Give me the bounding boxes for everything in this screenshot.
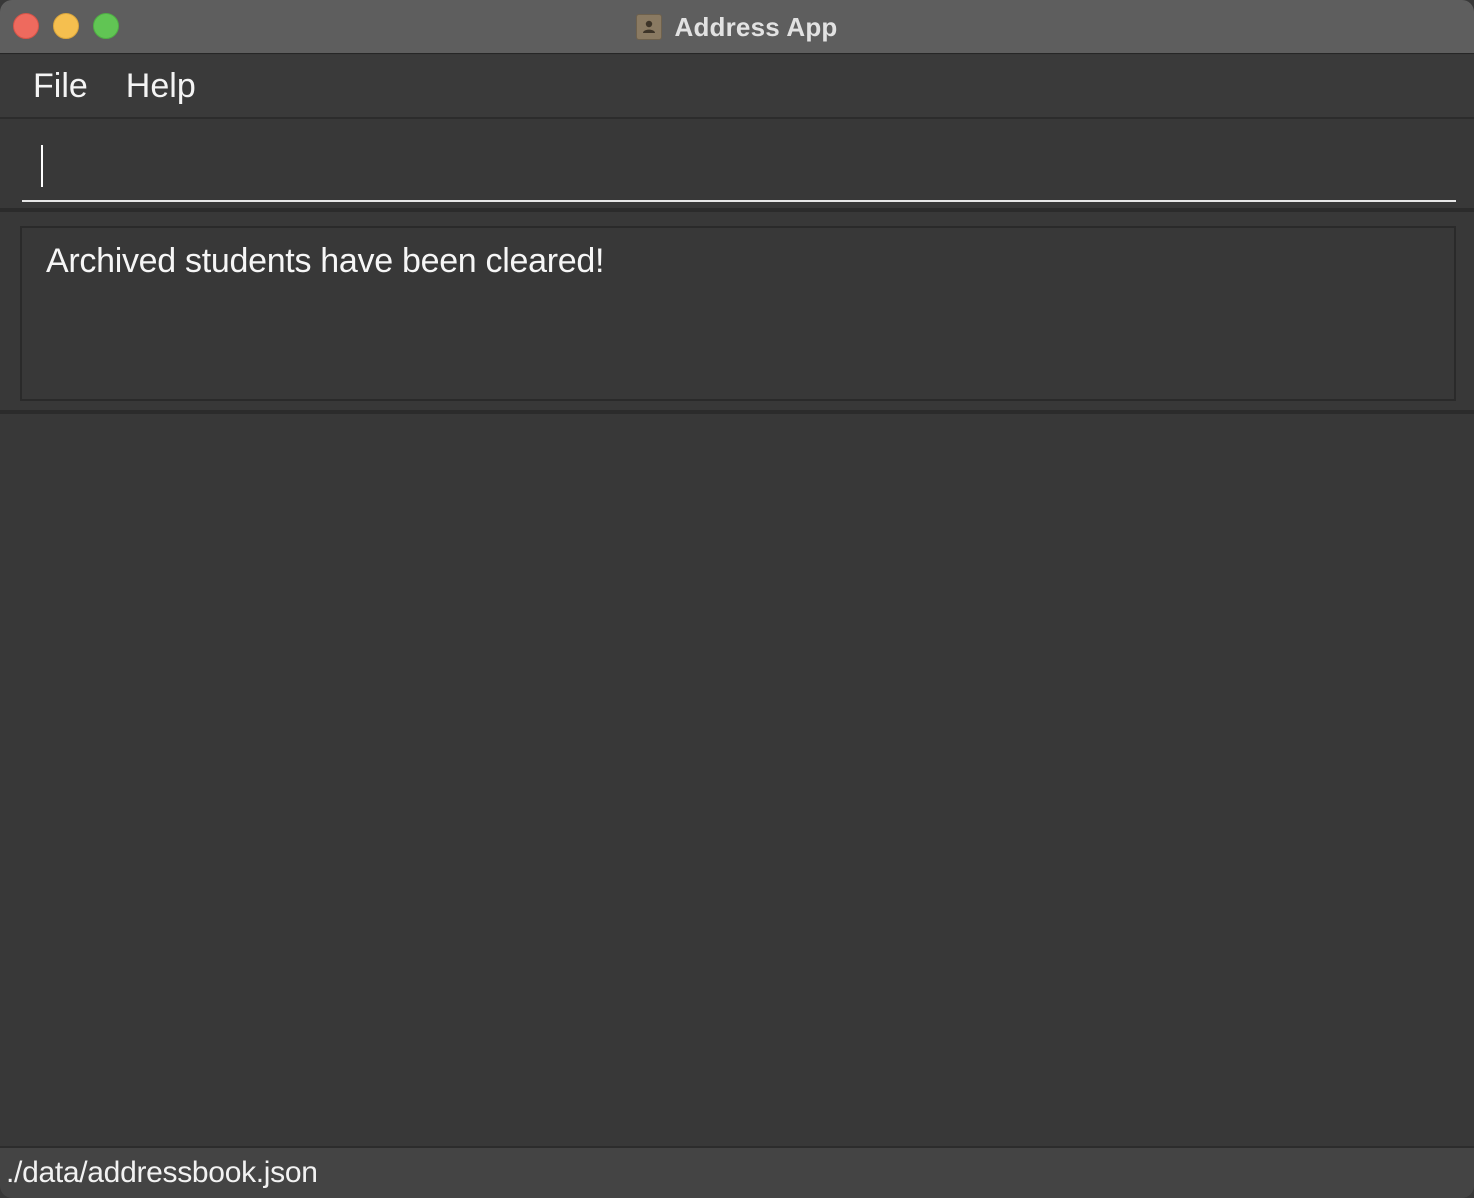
student-list-panel[interactable] <box>0 418 1474 1146</box>
command-input[interactable] <box>22 131 1456 202</box>
result-display-panel: Archived students have been cleared! <box>0 216 1474 414</box>
window-title-group: Address App <box>0 0 1474 54</box>
result-message: Archived students have been cleared! <box>46 242 605 280</box>
app-window: Address App File Help Archived students … <box>0 0 1474 1198</box>
person-icon <box>643 20 656 33</box>
text-caret <box>41 145 43 187</box>
address-book-icon <box>636 14 663 40</box>
command-box-panel <box>0 121 1474 212</box>
title-bar[interactable]: Address App <box>0 0 1474 54</box>
save-file-path: ./data/addressbook.json <box>6 1156 318 1189</box>
window-title: Address App <box>674 11 838 42</box>
menu-bar: File Help <box>0 55 1474 119</box>
menu-help[interactable]: Help <box>126 67 196 106</box>
menu-file[interactable]: File <box>33 67 88 106</box>
status-bar: ./data/addressbook.json <box>0 1146 1474 1198</box>
result-display[interactable]: Archived students have been cleared! <box>20 226 1456 401</box>
